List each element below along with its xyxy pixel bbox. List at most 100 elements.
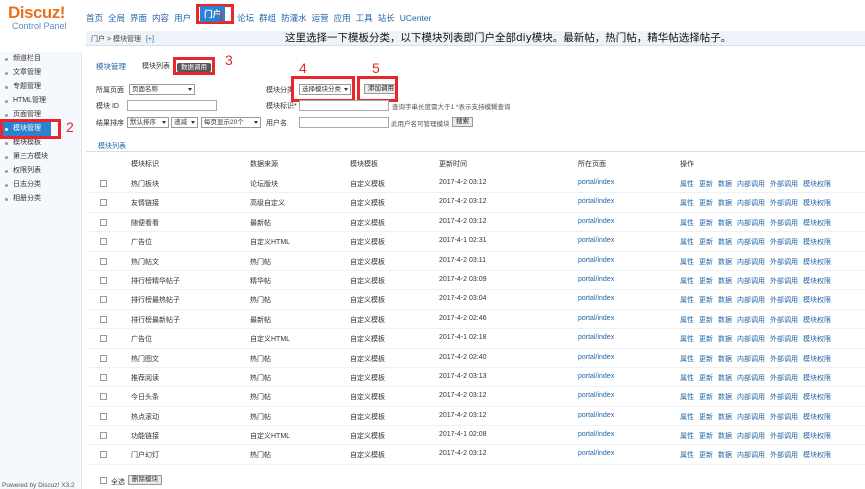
op-properties[interactable]: 属性 <box>680 276 694 286</box>
op-block-permission[interactable]: 模块权限 <box>803 373 831 383</box>
block-mark-input[interactable] <box>299 100 389 111</box>
sidebar-item-html[interactable]: HTML管理 <box>0 94 81 108</box>
op-update[interactable]: 更新 <box>699 257 713 267</box>
op-data[interactable]: 数据 <box>718 198 732 208</box>
op-block-permission[interactable]: 模块权限 <box>803 392 831 402</box>
op-properties[interactable]: 属性 <box>680 315 694 325</box>
sidebar-item-log-category[interactable]: 日志分类 <box>0 178 81 192</box>
nav-forum[interactable]: 论坛 <box>237 12 254 24</box>
op-data[interactable]: 数据 <box>718 276 732 286</box>
sidebar-item-album-category[interactable]: 相册分类 <box>0 192 81 206</box>
op-external-call[interactable]: 外部调用 <box>770 198 798 208</box>
nav-home[interactable]: 首页 <box>86 12 103 24</box>
sidebar-item-article[interactable]: 文章管理 <box>0 66 81 80</box>
sort-select[interactable]: 默认排序 <box>127 117 169 128</box>
op-internal-call[interactable]: 内部调用 <box>737 392 765 402</box>
row-checkbox[interactable] <box>100 432 107 440</box>
cell-page[interactable]: portal/index <box>578 373 614 380</box>
op-update[interactable]: 更新 <box>699 237 713 247</box>
op-update[interactable]: 更新 <box>699 373 713 383</box>
cell-page[interactable]: portal/index <box>578 276 614 283</box>
page-select[interactable]: 页面名称 <box>129 84 195 95</box>
nav-antispam[interactable]: 防灌水 <box>281 12 307 24</box>
cell-page[interactable]: portal/index <box>578 198 614 205</box>
op-external-call[interactable]: 外部调用 <box>770 315 798 325</box>
op-block-permission[interactable]: 模块权限 <box>803 354 831 364</box>
select-all-checkbox[interactable] <box>100 477 107 484</box>
op-update[interactable]: 更新 <box>699 354 713 364</box>
row-checkbox[interactable] <box>100 218 107 226</box>
op-data[interactable]: 数据 <box>718 450 732 460</box>
row-checkbox[interactable] <box>100 354 107 362</box>
op-external-call[interactable]: 外部调用 <box>770 373 798 383</box>
cell-page[interactable]: portal/index <box>578 431 614 438</box>
cell-page[interactable]: portal/index <box>578 412 614 419</box>
op-update[interactable]: 更新 <box>699 334 713 344</box>
op-external-call[interactable]: 外部调用 <box>770 276 798 286</box>
op-properties[interactable]: 属性 <box>680 373 694 383</box>
op-data[interactable]: 数据 <box>718 295 732 305</box>
op-internal-call[interactable]: 内部调用 <box>737 412 765 422</box>
op-data[interactable]: 数据 <box>718 257 732 267</box>
op-update[interactable]: 更新 <box>699 431 713 441</box>
row-checkbox[interactable] <box>100 257 107 265</box>
op-data[interactable]: 数据 <box>718 237 732 247</box>
sidebar-item-thirdparty[interactable]: 第三方模块 <box>0 150 81 164</box>
row-checkbox[interactable] <box>100 315 107 323</box>
op-internal-call[interactable]: 内部调用 <box>737 295 765 305</box>
op-properties[interactable]: 属性 <box>680 354 694 364</box>
op-update[interactable]: 更新 <box>699 295 713 305</box>
op-properties[interactable]: 属性 <box>680 257 694 267</box>
op-data[interactable]: 数据 <box>718 412 732 422</box>
op-internal-call[interactable]: 内部调用 <box>737 257 765 267</box>
row-checkbox[interactable] <box>100 296 107 304</box>
row-checkbox[interactable] <box>100 451 107 459</box>
op-properties[interactable]: 属性 <box>680 198 694 208</box>
sidebar-item-topic[interactable]: 专题管理 <box>0 80 81 94</box>
op-external-call[interactable]: 外部调用 <box>770 295 798 305</box>
nav-app[interactable]: 应用 <box>334 12 351 24</box>
op-block-permission[interactable]: 模块权限 <box>803 179 831 189</box>
sidebar-item-permission[interactable]: 权限列表 <box>0 164 81 178</box>
op-update[interactable]: 更新 <box>699 412 713 422</box>
op-update[interactable]: 更新 <box>699 179 713 189</box>
op-update[interactable]: 更新 <box>699 450 713 460</box>
cell-page[interactable]: portal/index <box>578 354 614 361</box>
op-data[interactable]: 数据 <box>718 373 732 383</box>
op-internal-call[interactable]: 内部调用 <box>737 450 765 460</box>
op-data[interactable]: 数据 <box>718 218 732 228</box>
nav-webmaster[interactable]: 站长 <box>378 12 395 24</box>
cell-page[interactable]: portal/index <box>578 392 614 399</box>
op-update[interactable]: 更新 <box>699 218 713 228</box>
op-internal-call[interactable]: 内部调用 <box>737 354 765 364</box>
row-checkbox[interactable] <box>100 199 107 207</box>
cell-page[interactable]: portal/index <box>578 295 614 302</box>
op-external-call[interactable]: 外部调用 <box>770 450 798 460</box>
op-external-call[interactable]: 外部调用 <box>770 431 798 441</box>
op-update[interactable]: 更新 <box>699 276 713 286</box>
op-external-call[interactable]: 外部调用 <box>770 392 798 402</box>
cell-page[interactable]: portal/index <box>578 257 614 264</box>
row-checkbox[interactable] <box>100 238 107 246</box>
op-properties[interactable]: 属性 <box>680 334 694 344</box>
op-block-permission[interactable]: 模块权限 <box>803 276 831 286</box>
username-input[interactable] <box>299 117 389 128</box>
op-data[interactable]: 数据 <box>718 354 732 364</box>
op-properties[interactable]: 属性 <box>680 218 694 228</box>
breadcrumb-add-shortcut[interactable]: [+] <box>146 36 154 43</box>
op-block-permission[interactable]: 模块权限 <box>803 334 831 344</box>
op-internal-call[interactable]: 内部调用 <box>737 218 765 228</box>
row-checkbox[interactable] <box>100 335 107 343</box>
op-properties[interactable]: 属性 <box>680 179 694 189</box>
cell-page[interactable]: portal/index <box>578 218 614 225</box>
op-data[interactable]: 数据 <box>718 431 732 441</box>
op-block-permission[interactable]: 模块权限 <box>803 198 831 208</box>
op-data[interactable]: 数据 <box>718 179 732 189</box>
nav-tools[interactable]: 工具 <box>356 12 373 24</box>
row-checkbox[interactable] <box>100 412 107 420</box>
logo[interactable]: Discuz! Control Panel <box>8 4 67 32</box>
op-properties[interactable]: 属性 <box>680 412 694 422</box>
op-internal-call[interactable]: 内部调用 <box>737 237 765 247</box>
nav-style[interactable]: 界面 <box>130 12 147 24</box>
op-internal-call[interactable]: 内部调用 <box>737 334 765 344</box>
